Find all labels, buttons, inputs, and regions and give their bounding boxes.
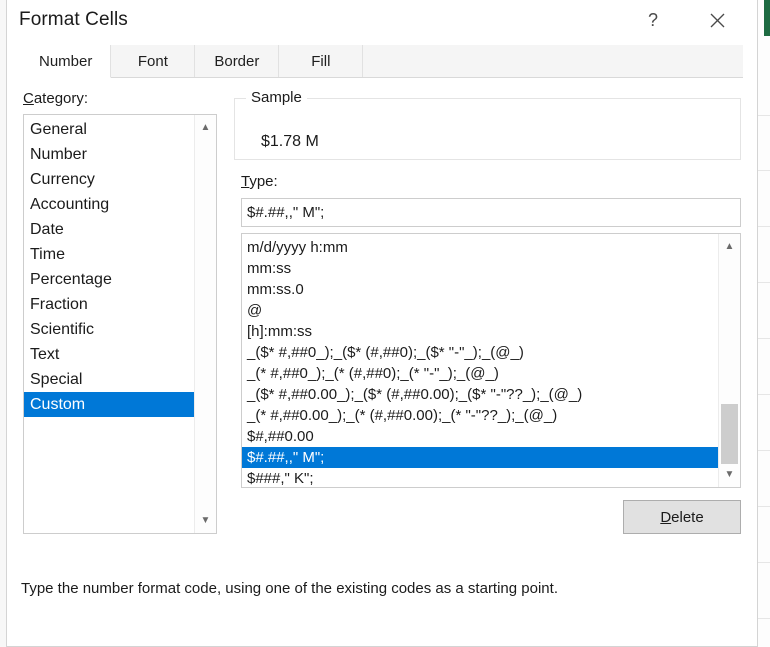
scroll-down-icon[interactable]: ▼: [719, 464, 740, 485]
scrollbar-thumb[interactable]: [721, 404, 738, 464]
format-list-scrollbar[interactable]: ▲ ▼: [718, 234, 740, 487]
tab-font[interactable]: Font: [111, 45, 196, 77]
sample-value: $1.78 M: [261, 133, 319, 150]
format-code-item[interactable]: $#,##0.00: [242, 426, 718, 447]
format-code-item[interactable]: @: [242, 300, 718, 321]
tab-number-label: Number: [39, 52, 93, 70]
excel-ribbon-accent: [764, 0, 770, 36]
format-code-item[interactable]: _($* #,##0.00_);_($* (#,##0.00);_($* "-"…: [242, 384, 718, 405]
category-item-date[interactable]: Date: [24, 217, 194, 242]
tab-strip-filler: [363, 45, 743, 77]
format-code-item[interactable]: [h]:mm:ss: [242, 321, 718, 342]
category-label: Category:: [23, 90, 88, 107]
category-item-currency[interactable]: Currency: [24, 167, 194, 192]
category-label-rest: ategory:: [33, 90, 89, 107]
category-item-special[interactable]: Special: [24, 367, 194, 392]
delete-button-label: elete: [671, 508, 704, 526]
category-item-container: General Number Currency Accounting Date …: [24, 117, 194, 417]
tab-font-label: Font: [137, 52, 168, 70]
format-code-item-selected[interactable]: $#.##,," M";: [242, 447, 718, 468]
delete-button[interactable]: Delete: [623, 500, 741, 534]
delete-button-accelerator: D: [660, 508, 672, 526]
category-item-number[interactable]: Number: [24, 142, 194, 167]
format-cells-dialog: Format Cells ? Number Font Border Fill C…: [6, 0, 758, 647]
format-code-item[interactable]: _(* #,##0_);_(* (#,##0);_(* "-"_);_(@_): [242, 363, 718, 384]
hint-text: Type the number format code, using one o…: [21, 580, 558, 597]
category-item-text[interactable]: Text: [24, 342, 194, 367]
tab-border[interactable]: Border: [195, 45, 280, 77]
format-code-item[interactable]: _($* #,##0_);_($* (#,##0);_($* "-"_);_(@…: [242, 342, 718, 363]
category-item-scientific[interactable]: Scientific: [24, 317, 194, 342]
tab-number[interactable]: Number: [21, 45, 112, 78]
close-icon: [709, 12, 726, 29]
category-listbox[interactable]: General Number Currency Accounting Date …: [23, 114, 217, 534]
category-item-general[interactable]: General: [24, 117, 194, 142]
format-code-item-container: m/d/yyyy h:mm mm:ss mm:ss.0 @ [h]:mm:ss …: [242, 237, 718, 487]
format-code-listbox[interactable]: m/d/yyyy h:mm mm:ss mm:ss.0 @ [h]:mm:ss …: [241, 233, 741, 488]
category-item-time[interactable]: Time: [24, 242, 194, 267]
category-label-accelerator: C: [23, 90, 34, 107]
category-scrollbar[interactable]: ▲ ▼: [194, 115, 216, 533]
category-item-percentage[interactable]: Percentage: [24, 267, 194, 292]
help-button[interactable]: ?: [633, 4, 673, 36]
format-code-item[interactable]: $###," K";: [242, 468, 718, 487]
scroll-up-icon[interactable]: ▲: [719, 236, 740, 257]
scroll-down-icon[interactable]: ▼: [195, 510, 216, 531]
scroll-up-icon[interactable]: ▲: [195, 117, 216, 138]
format-code-item[interactable]: _(* #,##0.00_);_(* (#,##0.00);_(* "-"??_…: [242, 405, 718, 426]
category-item-fraction[interactable]: Fraction: [24, 292, 194, 317]
dialog-titlebar: Format Cells ?: [7, 0, 757, 40]
type-label-rest: ype:: [249, 173, 278, 190]
close-button[interactable]: [697, 4, 737, 36]
question-mark-icon: ?: [647, 9, 658, 30]
format-code-item[interactable]: m/d/yyyy h:mm: [242, 237, 718, 258]
format-code-item[interactable]: mm:ss: [242, 258, 718, 279]
tab-strip: Number Font Border Fill: [21, 45, 743, 78]
category-item-accounting[interactable]: Accounting: [24, 192, 194, 217]
tab-fill[interactable]: Fill: [279, 45, 364, 77]
type-input[interactable]: [241, 198, 741, 227]
category-item-custom[interactable]: Custom: [24, 392, 194, 417]
type-label: Type:: [241, 173, 278, 190]
sample-legend: Sample: [246, 89, 307, 106]
number-tab-panel: Category: General Number Currency Accoun…: [21, 78, 743, 574]
tab-border-label: Border: [214, 52, 260, 70]
tab-fill-label: Fill: [311, 52, 331, 70]
dialog-title: Format Cells: [19, 9, 128, 30]
format-code-item[interactable]: mm:ss.0: [242, 279, 718, 300]
